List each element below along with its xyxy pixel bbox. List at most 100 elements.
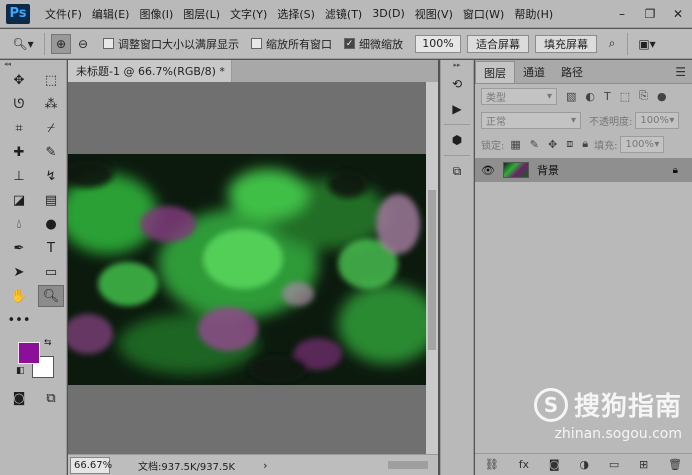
blur-tool-icon[interactable]: 💧︎	[6, 213, 32, 235]
marquee-tool-icon[interactable]: ⬚	[38, 69, 64, 91]
actions-panel-icon[interactable]: ▶	[444, 98, 470, 120]
divider	[627, 32, 628, 55]
gradient-tool-icon[interactable]: ▤	[38, 189, 64, 211]
foreground-color-swatch[interactable]	[18, 342, 40, 364]
filter-toggle-icon[interactable]: ●	[657, 90, 667, 103]
resize-windows-checkbox[interactable]: 调整窗口大小以满屏显示	[103, 36, 239, 52]
menu-edit[interactable]: 编辑(E)	[87, 6, 135, 22]
horizontal-scrollbar[interactable]	[348, 459, 436, 471]
zoom-tool-icon[interactable]: 🔍︎	[38, 285, 64, 307]
scrollbar-thumb[interactable]	[388, 461, 428, 469]
scrubby-zoom-checkbox[interactable]: ✓ 细微缩放	[344, 36, 403, 52]
clone-source-icon[interactable]: ⧉	[444, 160, 470, 182]
zoom-percent-field[interactable]: 100%	[415, 34, 461, 53]
tab-channels[interactable]: 通道	[515, 61, 553, 83]
lock-transparency-icon[interactable]: ▦	[510, 138, 520, 151]
restore-icon[interactable]: ❐	[636, 0, 664, 28]
visibility-eye-icon[interactable]: 👁︎	[475, 164, 501, 177]
layer-style-icon[interactable]: fx	[519, 458, 529, 471]
default-colors-icon[interactable]: ◧	[16, 366, 25, 376]
brush-tool-icon[interactable]: ✎	[38, 141, 64, 163]
document-tab[interactable]: 未标题-1 @ 66.7%(RGB/8) * ✕	[68, 60, 239, 82]
menu-select[interactable]: 选择(S)	[272, 6, 320, 22]
fill-field[interactable]: 100% ▾	[620, 135, 665, 153]
checkbox-box[interactable]	[251, 38, 262, 49]
healing-brush-icon[interactable]: ✚	[6, 141, 32, 163]
clone-stamp-icon[interactable]: ⊥	[6, 165, 32, 187]
new-group-icon[interactable]: ▭	[609, 458, 619, 471]
workspace-switcher-icon[interactable]: ▣▾	[634, 34, 660, 54]
checkbox-box[interactable]	[103, 38, 114, 49]
pen-tool-icon[interactable]: ✒	[6, 237, 32, 259]
search-icon[interactable]: ⌕	[603, 34, 621, 54]
lock-position-icon[interactable]: ✥	[548, 138, 557, 151]
lock-pixels-icon[interactable]: ✎	[530, 138, 539, 151]
fill-screen-button[interactable]: 填充屏幕	[535, 34, 597, 53]
panel-menu-icon[interactable]: ☰	[675, 65, 686, 79]
more-tools-icon[interactable]: •••	[6, 309, 32, 331]
link-layers-icon[interactable]: ⛓	[485, 458, 499, 471]
scrollbar-thumb[interactable]	[428, 190, 436, 350]
eyedropper-icon[interactable]: ⌿	[38, 117, 64, 139]
swap-colors-icon[interactable]: ⇆	[44, 338, 52, 348]
status-arrow-icon[interactable]: ›	[263, 459, 267, 472]
type-tool-icon[interactable]: T	[38, 237, 64, 259]
delete-layer-icon[interactable]: 🗑︎	[668, 458, 682, 471]
document-canvas[interactable]	[68, 154, 426, 385]
screen-mode-icon[interactable]: ⧉	[38, 387, 64, 409]
fit-screen-button[interactable]: 适合屏幕	[467, 34, 529, 53]
menu-filter[interactable]: 滤镜(T)	[320, 6, 367, 22]
zoom-all-windows-checkbox[interactable]: 缩放所有窗口	[251, 36, 332, 52]
zoom-level-field[interactable]: 66.67%	[70, 456, 112, 474]
filter-adjustment-icon[interactable]: ◐	[585, 90, 595, 103]
menu-image[interactable]: 图像(I)	[134, 6, 178, 22]
adjustment-layer-icon[interactable]: ◑	[579, 458, 589, 471]
shape-tool-icon[interactable]: ▭	[38, 261, 64, 283]
vertical-scrollbar[interactable]	[426, 82, 438, 454]
history-brush-icon[interactable]: ↯	[38, 165, 64, 187]
move-tool-icon[interactable]: ✥	[6, 69, 32, 91]
filter-type-icon[interactable]: T	[604, 90, 611, 103]
document-info[interactable]: 文档:937.5K/937.5K	[138, 458, 235, 473]
close-icon[interactable]: ✕	[664, 0, 692, 28]
filter-pixel-icon[interactable]: ▧	[566, 90, 576, 103]
magic-wand-icon[interactable]: ⁂	[38, 93, 64, 115]
new-layer-icon[interactable]: ⊞	[639, 458, 648, 471]
minimize-icon[interactable]: –	[608, 0, 636, 28]
menu-type[interactable]: 文字(Y)	[225, 6, 272, 22]
panel-grip-icon[interactable]: ◂◂	[0, 60, 66, 68]
tab-layers[interactable]: 图层	[475, 61, 515, 83]
zoom-out-icon[interactable]: ⊖	[73, 34, 93, 54]
hand-tool-icon[interactable]: ✋	[6, 285, 32, 307]
filter-shape-icon[interactable]: ⬚	[620, 90, 630, 103]
blend-mode-dropdown[interactable]: 正常 ▾	[481, 111, 581, 129]
history-panel-icon[interactable]: ⟲	[444, 73, 470, 95]
add-mask-icon[interactable]: ◙	[549, 458, 560, 471]
lock-all-icon[interactable]: 🔒︎	[582, 137, 588, 151]
eraser-tool-icon[interactable]: ◪	[6, 189, 32, 211]
opacity-field[interactable]: 100% ▾	[635, 111, 680, 129]
crop-tool-icon[interactable]: ⌗	[6, 117, 32, 139]
menu-layer[interactable]: 图层(L)	[178, 6, 225, 22]
menu-window[interactable]: 窗口(W)	[458, 6, 509, 22]
lasso-tool-icon[interactable]: ᘎ	[6, 93, 32, 115]
zoom-in-icon[interactable]: ⊕	[51, 33, 71, 54]
menu-3d[interactable]: 3D(D)	[367, 7, 410, 20]
menu-help[interactable]: 帮助(H)	[509, 6, 558, 22]
layer-row-background[interactable]: 👁︎ 背景 🔒︎	[475, 158, 692, 182]
3d-panel-icon[interactable]: ⬢	[444, 129, 470, 151]
tab-paths[interactable]: 路径	[553, 61, 591, 83]
zoom-all-windows-label: 缩放所有窗口	[266, 37, 332, 51]
menu-view[interactable]: 视图(V)	[410, 6, 458, 22]
zoom-tool-preset-icon[interactable]: 🔍︎▾	[8, 34, 38, 54]
dodge-tool-icon[interactable]: ●	[38, 213, 64, 235]
collapsed-panel-dock: ▸▸ ⟲ ▶ ⬢ ⧉	[440, 60, 474, 475]
quick-mask-icon[interactable]: ◙	[6, 387, 32, 409]
menu-file[interactable]: 文件(F)	[40, 6, 87, 22]
checkbox-checked-icon[interactable]: ✓	[344, 38, 355, 49]
filter-smart-object-icon[interactable]: ⎘	[639, 89, 648, 103]
path-select-icon[interactable]: ➤	[6, 261, 32, 283]
panel-grip-icon[interactable]: ▸▸	[441, 60, 473, 70]
layer-filter-dropdown[interactable]: 类型 ▾	[481, 87, 557, 105]
lock-artboard-icon[interactable]: ⧈	[566, 137, 573, 151]
